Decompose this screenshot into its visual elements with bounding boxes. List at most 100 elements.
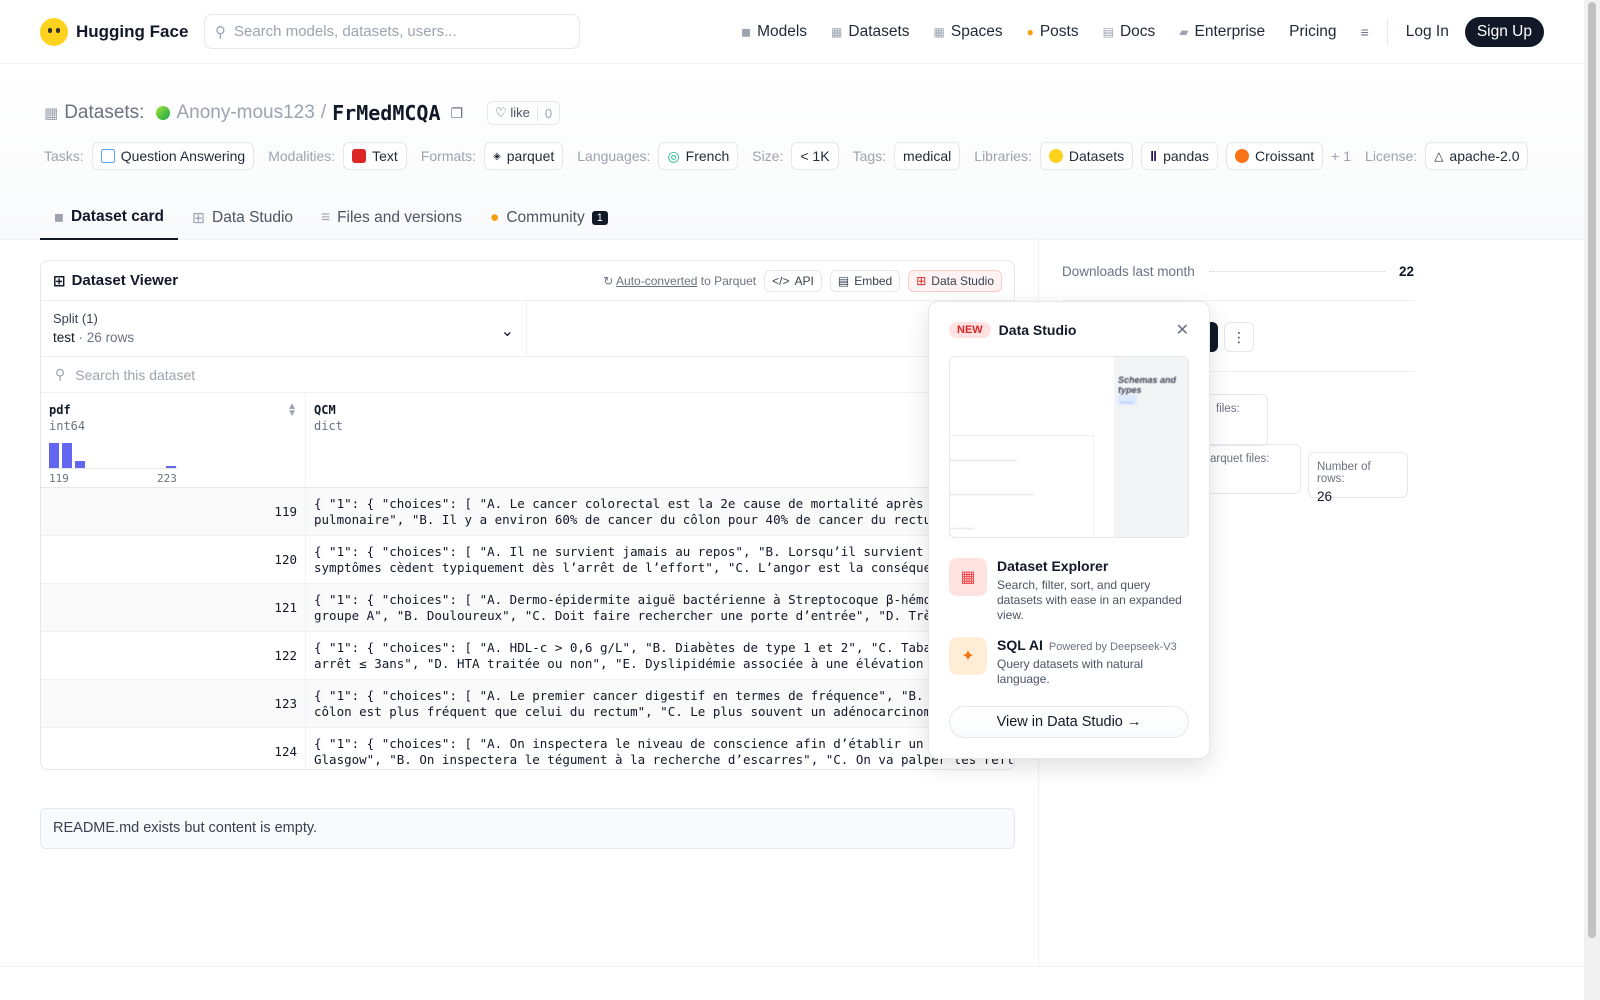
to-parquet-label: to Parquet [700,273,757,288]
view-in-data-studio-button[interactable]: View in Data Studio → [949,706,1189,738]
tags-row: Tasks: Question Answering Modalities: Te… [44,142,1529,170]
nav-enterprise[interactable]: ▰ Enterprise [1167,16,1277,48]
table-row[interactable]: 124 { "1": { "choices": [ "A. On inspecte… [41,728,1014,769]
embed-icon: ▤ [837,273,850,288]
cell-qcm[interactable]: { "1": { "choices": [ "A. Le premier can… [306,680,1014,727]
like-label: like [510,105,530,120]
languages-label: Languages: [577,148,651,164]
cell-qcm[interactable]: { "1": { "choices": [ "A. HDL-c > 0,6 g/… [306,632,1014,679]
page-scrollbar[interactable] [1584,0,1600,1000]
histogram-bar[interactable] [75,461,85,468]
table-row[interactable]: 119 { "1": { "choices": [ "A. Le cancer c… [41,488,1014,536]
nav-spaces[interactable]: ▦ Spaces [922,16,1015,48]
table-row[interactable]: 122 { "1": { "choices": [ "A. HDL-c > 0,6… [41,632,1014,680]
more-menu-button[interactable]: ≡ [1349,16,1381,48]
readme-note: README.md exists but content is empty. [40,808,1015,849]
auto-converted-link[interactable]: Auto-converted [616,274,697,288]
tag-language[interactable]: ◎ French [658,142,739,170]
tab-data-studio[interactable]: ⊞ Data Studio [178,196,307,240]
table-row[interactable]: 121 { "1": { "choices": [ "A. Dermo-épide… [41,584,1014,632]
hugging-face-logo-icon [40,17,68,46]
nav-datasets[interactable]: ▦ Datasets [819,16,922,48]
auto-converted-note: ↻ Auto-converted to Parquet [603,274,756,288]
more-libraries[interactable]: + 1 [1331,148,1351,164]
tab-community[interactable]: ● Community 1 [476,196,622,240]
cell-qcm[interactable]: { "1": { "choices": [ "A. Il ne survient… [306,536,1014,583]
feature-description: Query datasets with natural language. [997,657,1144,686]
column-header-qcm[interactable]: QCM dict [306,393,1014,487]
table-icon: ⊞ [53,272,66,290]
tag-lib-datasets[interactable]: Datasets [1039,142,1134,170]
repo-name-link[interactable]: FrMedMCQA [332,101,440,125]
avatar [156,106,171,120]
tab-community-label: Community [506,209,585,226]
tag-lib-croissant[interactable]: Croissant [1226,142,1324,170]
bank-icon: △ [1434,149,1444,163]
heart-icon: ♡ like [495,105,530,120]
cell-qcm[interactable]: { "1": { "choices": [ "A. Le cancer colo… [306,488,1014,535]
dataset-search-input[interactable]: ⚲ Search this dataset [41,357,1014,393]
tab-dataset-card[interactable]: ◼ Dataset card [40,196,179,240]
table-row[interactable]: 120 { "1": { "choices": [ "A. Il ne survi… [41,536,1014,584]
repo-owner-link[interactable]: Anony-mous123 [176,102,314,124]
copy-icon[interactable]: ❐ [450,105,463,122]
column-header-pdf[interactable]: pdf int64 ▲ ▼ 119 223 [41,393,306,487]
api-button[interactable]: </> API [764,269,822,292]
feature-title: SQL AI [997,637,1043,653]
tab-files-and-versions[interactable]: ≡ Files and versions [307,196,476,240]
login-link[interactable]: Log In [1394,16,1461,48]
cell-qcm[interactable]: { "1": { "choices": [ "A. On inspectera … [306,728,1014,769]
question-answering-icon [100,149,115,163]
histogram-bar[interactable] [62,443,72,468]
nav-models[interactable]: ◼ Models [729,16,819,48]
close-icon[interactable]: ✕ [1176,320,1189,340]
tag-medical[interactable]: medical [894,142,961,170]
file-tree-icon: ≡ [321,209,331,226]
cell-qcm-line: pulmonaire", "B. Il y a environ 60% de c… [314,512,999,527]
nav-spaces-label: Spaces [950,22,1003,40]
split-rows: 26 rows [86,330,135,345]
cell-qcm[interactable]: { "1": { "choices": [ "A. Dermo-épidermi… [306,584,1014,631]
nav-docs[interactable]: ▤ Docs [1091,16,1168,48]
cell-qcm-line: symptômes cèdent typiquement dès l’arrêt… [314,560,999,575]
scrollbar-thumb[interactable] [1588,2,1596,938]
histogram-bar[interactable] [49,443,59,468]
histogram-min: 119 [49,472,69,485]
more-options-button[interactable]: ⋮ [1224,322,1254,352]
embed-button[interactable]: ▤ Embed [829,269,901,292]
data-studio-popover: NEW Data Studio ✕ Schemas and types ....… [928,301,1210,759]
community-icon: ● [489,209,500,226]
tag-lib-pandas[interactable]: ‖ pandas [1141,142,1219,170]
tag-format[interactable]: ◈ parquet [484,142,564,170]
split-dot: · [78,330,84,345]
brand-link[interactable]: Hugging Face [40,17,204,46]
global-search-input[interactable]: ⚲ Search models, datasets, users... [204,14,580,49]
tag-modality[interactable]: Text [343,142,407,170]
split-selector[interactable]: Split (1) test · 26 rows ⌄ [41,301,527,356]
tag-license[interactable]: △ apache-2.0 [1425,142,1529,170]
menu-lines-icon: ≡ [1360,23,1369,40]
tag-modality-label: Text [372,148,398,164]
nav-pricing[interactable]: Pricing [1277,16,1348,48]
table-row[interactable]: 123 { "1": { "choices": [ "A. Le premier … [41,680,1014,728]
sort-icon[interactable]: ▲ ▼ [287,402,297,419]
tag-medical-label: medical [903,148,952,164]
downloads-sparkline [1208,270,1385,272]
split-value: test [53,330,75,345]
database-icon: ▦ [44,105,59,122]
cell-pdf: 123 [41,680,306,727]
rows-value: 26 [1317,489,1333,504]
refresh-icon: ↻ [603,273,614,288]
tab-data-studio-label: Data Studio [212,209,294,226]
tag-language-label: French [685,148,730,164]
tag-task[interactable]: Question Answering [91,142,255,170]
signup-button[interactable]: Sign Up [1464,16,1544,47]
cell-pdf: 124 [41,728,306,769]
histogram-max: 223 [157,472,177,485]
like-button[interactable]: ♡ like 0 [487,101,561,125]
tag-size[interactable]: < 1K [791,142,839,170]
column-type: int64 [49,419,86,433]
histogram-bar[interactable] [166,466,176,468]
nav-posts[interactable]: ● Posts [1015,16,1091,48]
data-studio-button[interactable]: ⊞ Data Studio [908,269,1002,292]
